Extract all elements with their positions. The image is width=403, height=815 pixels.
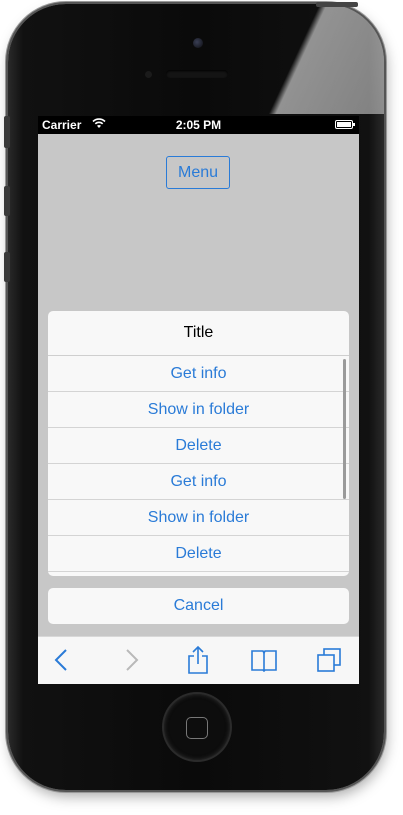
power-button [316,2,358,7]
menu-button[interactable]: Menu [166,156,230,189]
share-icon [188,645,208,674]
bookmarks-button[interactable] [249,645,279,675]
battery-icon [335,120,355,129]
mute-switch [4,116,10,148]
action-sheet-title: Title [48,311,349,356]
bookmarks-icon [251,650,277,672]
action-delete[interactable]: Delete [48,536,349,572]
earpiece-speaker [166,70,228,78]
volume-down-button [4,252,10,282]
back-button[interactable] [46,645,76,675]
browser-toolbar [38,636,359,684]
status-bar: Carrier 2:05 PM [38,116,359,134]
back-icon [54,649,67,671]
forward-button[interactable] [117,645,147,675]
action-get-info[interactable]: Get info [48,356,349,392]
action-sheet: Title Get info Show in folder Delete Get… [48,311,349,576]
action-show-in-folder[interactable]: Show in folder [48,500,349,536]
tabs-icon [317,648,341,672]
status-time: 2:05 PM [175,118,222,132]
cancel-button[interactable]: Cancel [48,588,349,624]
proximity-sensor [145,71,152,78]
screen: Carrier 2:05 PM Menu Title Get info Show… [38,116,359,684]
forward-icon [126,649,139,671]
action-get-info[interactable]: Get info [48,464,349,500]
tabs-button[interactable] [314,645,344,675]
share-button[interactable] [183,645,213,675]
home-square-icon [186,717,208,739]
sheet-scrollbar[interactable] [343,359,346,499]
action-delete[interactable]: Delete [48,428,349,464]
action-show-in-folder[interactable]: Show in folder [48,392,349,428]
page-content: Menu Title Get info Show in folder Delet… [38,134,359,636]
volume-up-button [4,186,10,216]
front-camera [193,38,203,48]
